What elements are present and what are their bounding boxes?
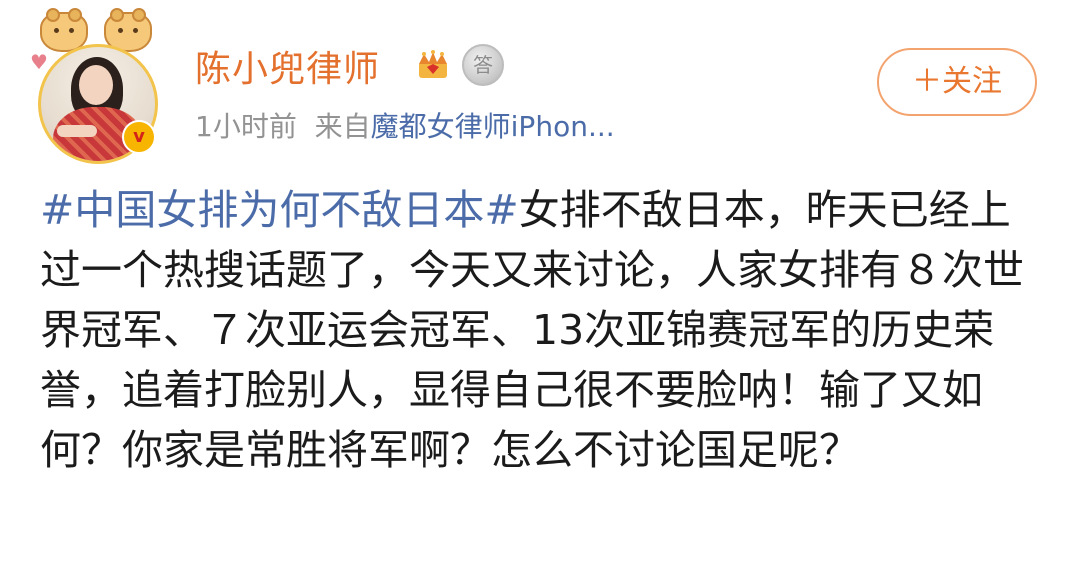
verified-badge-icon: v: [122, 120, 156, 154]
heart-icon: ♥: [30, 50, 48, 74]
follow-button[interactable]: ＋关注: [877, 48, 1037, 116]
medal-icon[interactable]: 答: [462, 44, 504, 86]
source-link[interactable]: 魔都女律师iPhon...: [371, 110, 615, 143]
post-meta: 1小时前 来自魔都女律师iPhon...: [195, 105, 615, 145]
author-avatar-frame[interactable]: ♥ v: [30, 8, 164, 164]
post-text: #中国女排为何不敌日本#女排不敌日本，昨天已经上过一个热搜话题了，今天又来讨论，…: [40, 180, 1040, 480]
hashtag-link[interactable]: #中国女排为何不敌日本#: [40, 186, 519, 234]
source-prefix: 来自: [314, 110, 371, 143]
crown-icon[interactable]: [416, 48, 450, 82]
post-time: 1小时前: [195, 110, 297, 143]
author-name[interactable]: 陈小兜律师: [195, 40, 380, 92]
